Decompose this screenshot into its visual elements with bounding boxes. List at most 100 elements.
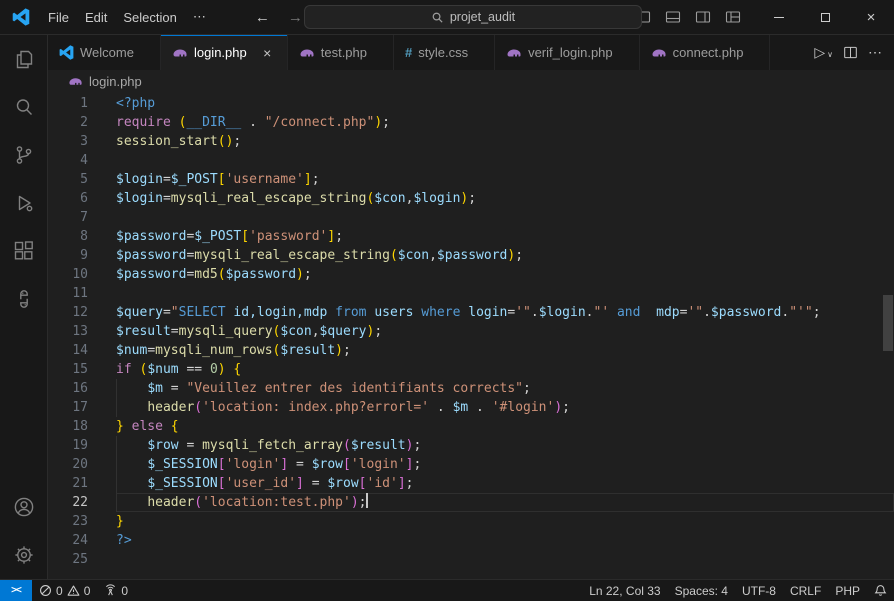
code-line[interactable]: $num=mysqli_num_rows($result);: [116, 341, 894, 360]
toggle-panel-button[interactable]: [660, 5, 686, 29]
activity-source-control[interactable]: [0, 131, 48, 179]
code-line[interactable]: $login=$_POST['username'];: [116, 170, 894, 189]
close-tab-icon[interactable]: ×: [259, 44, 276, 61]
notifications-button[interactable]: [867, 580, 894, 601]
activity-extensions[interactable]: [0, 227, 48, 275]
line-number[interactable]: 19: [48, 436, 88, 455]
tab-welcome[interactable]: Welcome: [48, 35, 161, 70]
toggle-secondary-sidebar-button[interactable]: [690, 5, 716, 29]
encoding-button[interactable]: UTF-8: [735, 580, 783, 601]
close-window-button[interactable]: ×: [848, 0, 894, 35]
code-editor[interactable]: 1234567891011121314151617181920212223242…: [48, 92, 894, 579]
layout-controls: [630, 5, 746, 29]
activity-accounts[interactable]: [0, 483, 48, 531]
line-number[interactable]: 9: [48, 246, 88, 265]
menu-selection[interactable]: Selection: [115, 7, 184, 28]
code-line[interactable]: } else {: [116, 417, 894, 436]
line-number[interactable]: 21: [48, 474, 88, 493]
code-line[interactable]: $password=md5($password);: [116, 265, 894, 284]
indentation-button[interactable]: Spaces: 4: [668, 580, 735, 601]
line-number[interactable]: 7: [48, 208, 88, 227]
code-line[interactable]: [116, 208, 894, 227]
code-line[interactable]: $_SESSION['login'] = $row['login'];: [116, 455, 894, 474]
line-number[interactable]: 25: [48, 550, 88, 569]
tab-test-php[interactable]: test.php: [288, 35, 394, 70]
tab-style-css[interactable]: # style.css: [394, 35, 495, 70]
breadcrumb-file[interactable]: login.php: [89, 74, 142, 89]
tab-connect-php[interactable]: connect.php: [640, 35, 771, 70]
menu-overflow-button[interactable]: ⋯: [185, 6, 215, 28]
problems-button[interactable]: 0 0: [32, 580, 97, 601]
code-line[interactable]: $m = "Veuillez entrer des identifiants c…: [116, 379, 894, 398]
line-number[interactable]: 20: [48, 455, 88, 474]
minimize-button[interactable]: [756, 0, 802, 35]
activity-settings[interactable]: [0, 531, 48, 579]
remote-indicator[interactable]: ><: [0, 580, 32, 601]
code-line[interactable]: require (__DIR__ . "/connect.php");: [116, 113, 894, 132]
code-line[interactable]: [116, 151, 894, 170]
code-line[interactable]: session_start();: [116, 132, 894, 151]
activity-explorer[interactable]: [0, 35, 48, 83]
line-number[interactable]: 18: [48, 417, 88, 436]
back-button[interactable]: ←: [255, 9, 270, 26]
line-number[interactable]: 4: [48, 151, 88, 170]
activity-python[interactable]: [0, 275, 48, 323]
error-count: 0: [56, 584, 63, 598]
search-value: projet_audit: [450, 10, 515, 24]
menu-edit[interactable]: Edit: [77, 7, 115, 28]
search-icon: [431, 11, 444, 24]
code-line[interactable]: $password=mysqli_real_escape_string($con…: [116, 246, 894, 265]
code-line[interactable]: $_SESSION['user_id'] = $row['id'];: [116, 474, 894, 493]
breadcrumb[interactable]: login.php: [48, 70, 894, 92]
code-line[interactable]: $login=mysqli_real_escape_string($con,$l…: [116, 189, 894, 208]
code-line[interactable]: ?>: [116, 531, 894, 550]
code-line[interactable]: [116, 284, 894, 303]
line-number[interactable]: 16: [48, 379, 88, 398]
line-number[interactable]: 2: [48, 113, 88, 132]
maximize-button[interactable]: [802, 0, 848, 35]
code-line[interactable]: header('location:test.php');: [116, 493, 894, 512]
line-number[interactable]: 13: [48, 322, 88, 341]
line-number[interactable]: 1: [48, 94, 88, 113]
tab-bar: Welcome login.php × test.php #: [48, 35, 894, 70]
forward-button[interactable]: →: [288, 9, 303, 26]
code-line[interactable]: <?php: [116, 94, 894, 113]
line-number[interactable]: 3: [48, 132, 88, 151]
code-line[interactable]: $result=mysqli_query($con,$query);: [116, 322, 894, 341]
code-line[interactable]: [116, 550, 894, 569]
search-box[interactable]: projet_audit: [304, 5, 642, 29]
menu-file[interactable]: File: [40, 7, 77, 28]
code-line[interactable]: header('location: index.php?errorl=' . $…: [116, 398, 894, 417]
line-number[interactable]: 17: [48, 398, 88, 417]
line-number[interactable]: 22: [48, 493, 88, 512]
more-actions-button[interactable]: ⋯: [868, 44, 882, 61]
activity-run-debug[interactable]: [0, 179, 48, 227]
code-line[interactable]: $query="SELECT id,login,mdp from users w…: [116, 303, 894, 322]
split-editor-button[interactable]: [843, 45, 858, 60]
code-line[interactable]: $row = mysqli_fetch_array($result);: [116, 436, 894, 455]
line-number[interactable]: 10: [48, 265, 88, 284]
tab-login-php[interactable]: login.php ×: [161, 35, 288, 70]
line-number[interactable]: 11: [48, 284, 88, 303]
line-number[interactable]: 14: [48, 341, 88, 360]
line-number[interactable]: 5: [48, 170, 88, 189]
tab-verif-login-php[interactable]: verif_login.php: [495, 35, 640, 70]
eol-button[interactable]: CRLF: [783, 580, 828, 601]
ports-button[interactable]: 0: [97, 580, 135, 601]
line-number[interactable]: 6: [48, 189, 88, 208]
line-number[interactable]: 23: [48, 512, 88, 531]
line-number[interactable]: 15: [48, 360, 88, 379]
run-button[interactable]: ▷ ∨: [814, 44, 833, 61]
line-number[interactable]: 24: [48, 531, 88, 550]
source-control-icon: [12, 143, 36, 167]
code-line[interactable]: }: [116, 512, 894, 531]
customize-layout-button[interactable]: [720, 5, 746, 29]
code-line[interactable]: if ($num == 0) {: [116, 360, 894, 379]
activity-search[interactable]: [0, 83, 48, 131]
code-line[interactable]: $password=$_POST['password'];: [116, 227, 894, 246]
scrollbar-thumb[interactable]: [883, 295, 893, 351]
language-mode-button[interactable]: PHP: [828, 580, 867, 601]
line-number[interactable]: 12: [48, 303, 88, 322]
line-number[interactable]: 8: [48, 227, 88, 246]
cursor-position-button[interactable]: Ln 22, Col 33: [582, 580, 667, 601]
